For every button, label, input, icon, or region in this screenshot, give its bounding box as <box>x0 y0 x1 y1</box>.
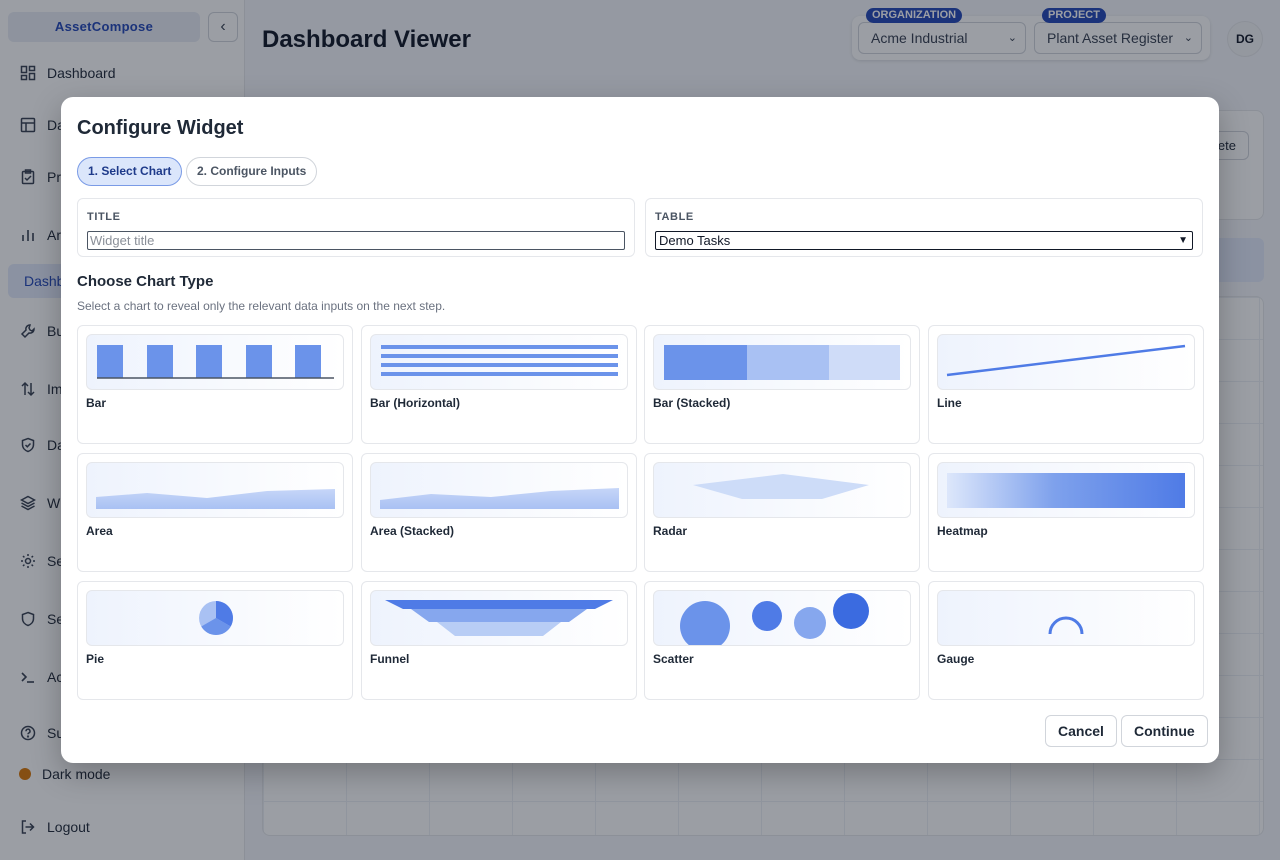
chart-type-label: Funnel <box>370 652 410 666</box>
configure-widget-modal: Configure Widget 1. Select Chart 2. Conf… <box>61 97 1219 763</box>
table-select-value: Demo Tasks <box>659 233 731 248</box>
chart-type-label: Line <box>937 396 962 410</box>
bar-horizontal-preview-icon <box>370 334 628 390</box>
chart-type-label: Heatmap <box>937 524 988 538</box>
line-preview-icon <box>937 334 1195 390</box>
widget-title-input[interactable] <box>87 231 625 250</box>
table-field-label: TABLE <box>655 211 694 223</box>
chart-type-label: Bar (Horizontal) <box>370 396 460 410</box>
scatter-preview-icon <box>653 590 911 646</box>
chart-type-label: Radar <box>653 524 688 538</box>
chart-type-bar-horizontal[interactable]: Bar (Horizontal) <box>361 325 637 444</box>
heatmap-preview-icon <box>937 462 1195 518</box>
chart-type-label: Gauge <box>937 652 975 666</box>
chart-type-area[interactable]: Area <box>77 453 353 572</box>
funnel-preview-icon <box>370 590 628 646</box>
chart-type-heatmap[interactable]: Heatmap <box>928 453 1204 572</box>
title-field-label: TITLE <box>87 211 121 223</box>
step-configure-inputs[interactable]: 2. Configure Inputs <box>186 157 318 186</box>
chart-type-bar[interactable]: Bar <box>77 325 353 444</box>
chart-type-label: Area <box>86 524 113 538</box>
chart-type-radar[interactable]: Radar <box>644 453 920 572</box>
modal-title: Configure Widget <box>77 117 244 139</box>
chart-type-funnel[interactable]: Funnel <box>361 581 637 700</box>
chevron-down-icon: ▼ <box>1178 235 1188 246</box>
area-preview-icon <box>86 462 344 518</box>
section-subtitle: Select a chart to reveal only the releva… <box>77 299 446 313</box>
step-select-chart[interactable]: 1. Select Chart <box>77 157 183 186</box>
chart-type-scatter[interactable]: Scatter <box>644 581 920 700</box>
gauge-preview-icon <box>937 590 1195 646</box>
chart-type-label: Pie <box>86 652 105 666</box>
bar-preview-icon <box>86 334 344 390</box>
table-select[interactable]: Demo Tasks ▼ <box>655 231 1193 250</box>
chart-type-label: Bar <box>86 396 107 410</box>
title-field-group: TITLE <box>77 198 635 257</box>
area-stacked-preview-icon <box>370 462 628 518</box>
pie-preview-icon <box>86 590 344 646</box>
radar-preview-icon <box>653 462 911 518</box>
bar-stacked-preview-icon <box>653 334 911 390</box>
continue-button[interactable]: Continue <box>1121 715 1208 747</box>
chart-type-pie[interactable]: Pie <box>77 581 353 700</box>
chart-type-gauge[interactable]: Gauge <box>928 581 1204 700</box>
chart-type-bar-stacked[interactable]: Bar (Stacked) <box>644 325 920 444</box>
chart-type-label: Scatter <box>653 652 694 666</box>
cancel-button[interactable]: Cancel <box>1045 715 1117 747</box>
chart-type-label: Bar (Stacked) <box>653 396 731 410</box>
chart-type-line[interactable]: Line <box>928 325 1204 444</box>
chart-type-area-stacked[interactable]: Area (Stacked) <box>361 453 637 572</box>
section-title: Choose Chart Type <box>77 273 214 290</box>
table-field-group: TABLE Demo Tasks ▼ <box>645 198 1203 257</box>
chart-type-label: Area (Stacked) <box>370 524 455 538</box>
